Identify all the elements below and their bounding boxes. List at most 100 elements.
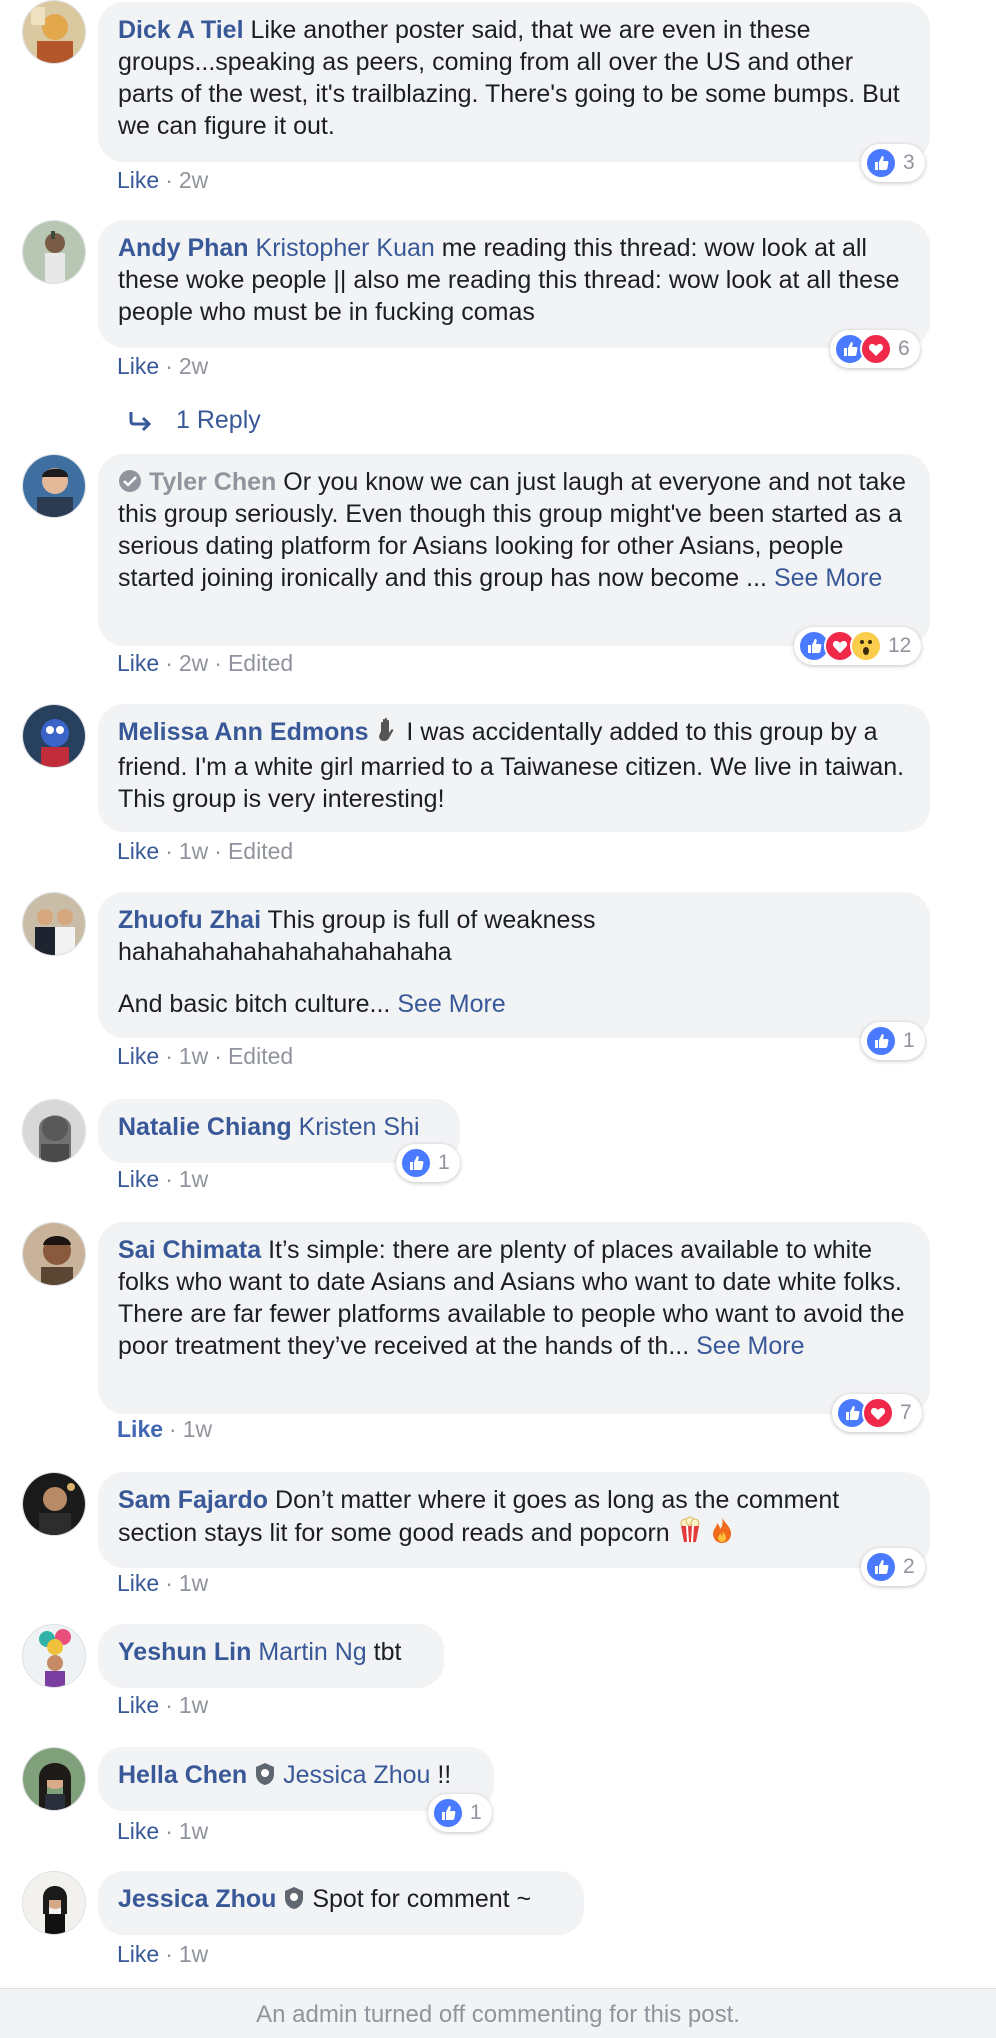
- edited-label[interactable]: Edited: [228, 838, 293, 864]
- comment-bubble: Dick A Tiel Like another poster said, th…: [98, 2, 930, 162]
- comment-actions: Like · 2w: [117, 166, 208, 194]
- reaction-count: 12: [888, 634, 912, 657]
- reaction-summary[interactable]: 7: [832, 1394, 922, 1432]
- separator-dot: ·: [165, 1818, 173, 1844]
- comment-bubble: Zhuofu Zhai This group is full of weakne…: [98, 892, 930, 1038]
- comment-timestamp[interactable]: 1w: [179, 1570, 208, 1596]
- like-button[interactable]: Like: [117, 1166, 159, 1192]
- like-button[interactable]: Like: [117, 650, 159, 676]
- comment-timestamp[interactable]: 1w: [183, 1416, 212, 1442]
- comment-actions: Like · 2w · Edited: [117, 649, 293, 677]
- like-reaction-icon: [432, 1797, 464, 1829]
- comment-timestamp[interactable]: 1w: [179, 1692, 208, 1718]
- separator-dot: ·: [169, 1416, 177, 1442]
- see-more-link[interactable]: See More: [774, 564, 882, 592]
- separator-dot: ·: [165, 650, 173, 676]
- comment-author[interactable]: Jessica Zhou: [118, 1885, 276, 1913]
- comment-author[interactable]: Tyler Chen: [118, 468, 276, 496]
- comment-author[interactable]: Hella Chen: [118, 1761, 247, 1789]
- comment-actions: Like · 1w: [117, 1940, 208, 1968]
- comment-author[interactable]: Yeshun Lin: [118, 1638, 251, 1666]
- comment-timestamp[interactable]: 1w: [179, 838, 208, 864]
- comment-timestamp[interactable]: 1w: [179, 1043, 208, 1069]
- comment-bubble: Sam Fajardo Don’t matter where it goes a…: [98, 1472, 930, 1568]
- comment-author[interactable]: Melissa Ann Edmons: [118, 718, 369, 746]
- reaction-summary[interactable]: 2: [861, 1548, 925, 1586]
- see-more-link[interactable]: See More: [397, 990, 505, 1018]
- like-button[interactable]: Like: [117, 1818, 159, 1844]
- like-reaction-icon: [865, 1551, 897, 1583]
- reply-count-label[interactable]: 1 Reply: [176, 406, 261, 435]
- comment-author[interactable]: Sam Fajardo: [118, 1486, 268, 1514]
- reaction-summary[interactable]: 12: [794, 627, 922, 665]
- reaction-count: 3: [903, 151, 915, 174]
- see-more-link[interactable]: See More: [696, 1332, 804, 1360]
- separator-dot: ·: [165, 353, 173, 379]
- avatar[interactable]: [22, 892, 86, 956]
- reaction-summary[interactable]: 6: [830, 330, 920, 368]
- reaction-summary[interactable]: 1: [861, 1022, 925, 1060]
- reaction-summary[interactable]: 1: [396, 1144, 460, 1182]
- comment-timestamp[interactable]: 2w: [179, 353, 208, 379]
- avatar[interactable]: [22, 1472, 86, 1536]
- edited-label[interactable]: Edited: [228, 650, 293, 676]
- fire-emoji-icon: [710, 1516, 734, 1552]
- comment-author[interactable]: Sai Chimata: [118, 1236, 261, 1264]
- moderator-shield-icon: [254, 1762, 276, 1794]
- like-button[interactable]: Like: [117, 1941, 159, 1967]
- comment-timestamp[interactable]: 1w: [179, 1941, 208, 1967]
- like-button[interactable]: Like: [117, 1043, 159, 1069]
- comment-author-name[interactable]: Tyler Chen: [149, 468, 276, 496]
- mentioned-user[interactable]: Kristopher Kuan: [256, 234, 435, 262]
- admin-badge-icon: [119, 470, 141, 492]
- reaction-summary[interactable]: 1: [428, 1794, 492, 1832]
- edited-label[interactable]: Edited: [228, 1043, 293, 1069]
- separator-dot: ·: [165, 838, 173, 864]
- moderator-shield-icon: [283, 1886, 305, 1918]
- like-button[interactable]: Like: [117, 167, 159, 193]
- separator-dot: ·: [165, 1166, 173, 1192]
- avatar[interactable]: [22, 704, 86, 768]
- comment-author[interactable]: Dick A Tiel: [118, 16, 244, 44]
- avatar[interactable]: [22, 1747, 86, 1811]
- comment-text-paragraph: And basic bitch culture... See More: [118, 988, 910, 1020]
- comment-bubble: Melissa Ann Edmons I was accidentally ad…: [98, 704, 930, 832]
- view-replies-link[interactable]: 1 Reply: [128, 406, 261, 435]
- like-reaction-icon: [865, 147, 897, 179]
- like-button[interactable]: Like: [117, 838, 159, 864]
- mentioned-user[interactable]: Kristen Shi: [299, 1113, 420, 1141]
- avatar[interactable]: [22, 1099, 86, 1163]
- like-button[interactable]: Like: [117, 1692, 159, 1718]
- commenting-disabled-notice: An admin turned off commenting for this …: [0, 1988, 996, 2038]
- comment-author[interactable]: Andy Phan: [118, 234, 249, 262]
- mentioned-user[interactable]: Martin Ng: [258, 1638, 366, 1666]
- comment-bubble: Tyler Chen Or you know we can just laugh…: [98, 454, 930, 646]
- like-button[interactable]: Like: [117, 1570, 159, 1596]
- comment-author[interactable]: Natalie Chiang: [118, 1113, 292, 1141]
- avatar[interactable]: [22, 1222, 86, 1286]
- comment-timestamp[interactable]: 1w: [179, 1818, 208, 1844]
- comment-actions: Like · 1w: [117, 1817, 208, 1845]
- love-reaction-icon: [860, 333, 892, 365]
- comment-author[interactable]: Zhuofu Zhai: [118, 906, 261, 934]
- separator-dot: ·: [165, 167, 173, 193]
- comment-bubble: Sai Chimata It’s simple: there are plent…: [98, 1222, 930, 1414]
- comment-actions: Like · 1w: [117, 1691, 208, 1719]
- comment-text-continued: And basic bitch culture...: [118, 990, 391, 1018]
- like-button[interactable]: Like: [117, 353, 159, 379]
- avatar[interactable]: [22, 1871, 86, 1935]
- comment-actions: Like · 1w: [117, 1569, 208, 1597]
- commenting-disabled-text: An admin turned off commenting for this …: [256, 2001, 740, 2028]
- wave-emoji-icon: [375, 717, 399, 751]
- comment-timestamp[interactable]: 2w: [179, 167, 208, 193]
- avatar[interactable]: [22, 1624, 86, 1688]
- like-button[interactable]: Like: [117, 1416, 163, 1442]
- avatar[interactable]: [22, 0, 86, 64]
- comment-timestamp[interactable]: 2w: [179, 650, 208, 676]
- avatar[interactable]: [22, 454, 86, 518]
- reaction-summary[interactable]: 3: [861, 144, 925, 182]
- mentioned-user[interactable]: Jessica Zhou: [283, 1761, 430, 1789]
- comment-timestamp[interactable]: 1w: [179, 1166, 208, 1192]
- avatar[interactable]: [22, 220, 86, 284]
- comment-text: !!: [437, 1761, 452, 1789]
